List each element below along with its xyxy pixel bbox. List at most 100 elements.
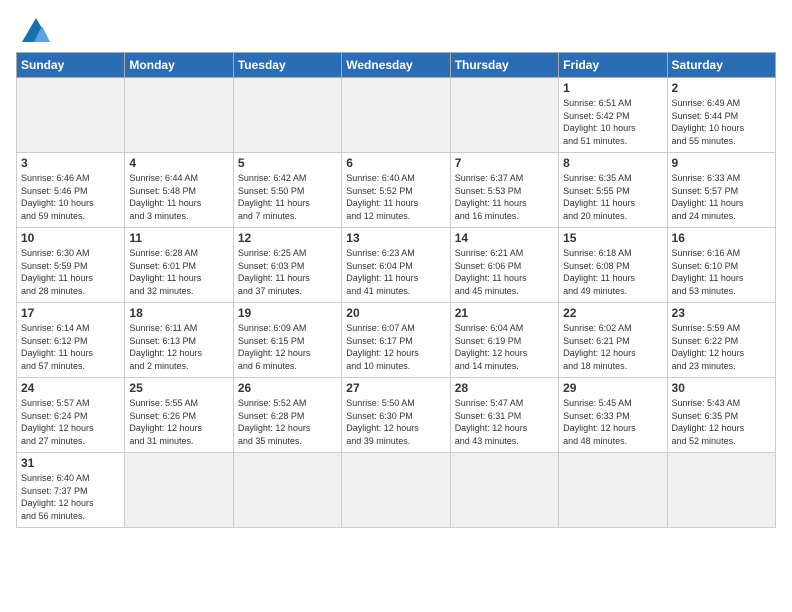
- day-info: Sunrise: 5:52 AM Sunset: 6:28 PM Dayligh…: [238, 397, 337, 447]
- calendar-cell: 12 Sunrise: 6:25 AM Sunset: 6:03 PM Dayli…: [233, 228, 341, 303]
- day-number: 3: [21, 156, 120, 170]
- day-number: 25: [129, 381, 228, 395]
- calendar-cell: 13Sunrise: 6:23 AM Sunset: 6:04 PM Dayli…: [342, 228, 450, 303]
- calendar-cell: 11 Sunrise: 6:28 AM Sunset: 6:01 PM Dayli…: [125, 228, 233, 303]
- calendar-cell: 31 Sunrise: 6:40 AM Sunset: 7:37 PM Dayli…: [17, 453, 125, 528]
- calendar-cell: 16Sunrise: 6:16 AM Sunset: 6:10 PM Dayli…: [667, 228, 775, 303]
- day-number: 12: [238, 231, 337, 245]
- day-number: 10: [21, 231, 120, 245]
- calendar-cell: 19 Sunrise: 6:09 AM Sunset: 6:15 PM Dayli…: [233, 303, 341, 378]
- calendar-cell: 20 Sunrise: 6:07 AM Sunset: 6:17 PM Dayli…: [342, 303, 450, 378]
- day-number: 1: [563, 81, 662, 95]
- day-number: 21: [455, 306, 554, 320]
- calendar-cell: [233, 453, 341, 528]
- day-info: Sunrise: 6:35 AM Sunset: 5:55 PM Dayligh…: [563, 172, 662, 222]
- calendar-cell: 29Sunrise: 5:45 AM Sunset: 6:33 PM Dayli…: [559, 378, 667, 453]
- day-number: 27: [346, 381, 445, 395]
- day-number: 18: [129, 306, 228, 320]
- day-info: Sunrise: 6:02 AM Sunset: 6:21 PM Dayligh…: [563, 322, 662, 372]
- day-number: 31: [21, 456, 120, 470]
- day-info: Sunrise: 5:59 AM Sunset: 6:22 PM Dayligh…: [672, 322, 771, 372]
- logo: [16, 16, 52, 44]
- logo-icon: [20, 16, 52, 44]
- calendar-cell: [17, 78, 125, 153]
- day-info: Sunrise: 6:14 AM Sunset: 6:12 PM Dayligh…: [21, 322, 120, 372]
- day-number: 9: [672, 156, 771, 170]
- day-info: Sunrise: 6:40 AM Sunset: 5:52 PM Dayligh…: [346, 172, 445, 222]
- day-info: Sunrise: 5:47 AM Sunset: 6:31 PM Dayligh…: [455, 397, 554, 447]
- calendar-cell: [233, 78, 341, 153]
- day-info: Sunrise: 6:25 AM Sunset: 6:03 PM Dayligh…: [238, 247, 337, 297]
- day-number: 4: [129, 156, 228, 170]
- calendar-cell: 14 Sunrise: 6:21 AM Sunset: 6:06 PM Dayli…: [450, 228, 558, 303]
- day-info: Sunrise: 5:57 AM Sunset: 6:24 PM Dayligh…: [21, 397, 120, 447]
- calendar-cell: 10Sunrise: 6:30 AM Sunset: 5:59 PM Dayli…: [17, 228, 125, 303]
- calendar-cell: [667, 453, 775, 528]
- day-number: 8: [563, 156, 662, 170]
- day-info: Sunrise: 6:16 AM Sunset: 6:10 PM Dayligh…: [672, 247, 771, 297]
- calendar-cell: [125, 78, 233, 153]
- day-number: 20: [346, 306, 445, 320]
- weekday-header-saturday: Saturday: [667, 53, 775, 78]
- calendar-cell: 23 Sunrise: 5:59 AM Sunset: 6:22 PM Dayli…: [667, 303, 775, 378]
- day-info: Sunrise: 5:50 AM Sunset: 6:30 PM Dayligh…: [346, 397, 445, 447]
- calendar-cell: 9 Sunrise: 6:33 AM Sunset: 5:57 PM Daylig…: [667, 153, 775, 228]
- day-info: Sunrise: 6:42 AM Sunset: 5:50 PM Dayligh…: [238, 172, 337, 222]
- day-number: 11: [129, 231, 228, 245]
- day-info: Sunrise: 6:04 AM Sunset: 6:19 PM Dayligh…: [455, 322, 554, 372]
- calendar-cell: 3 Sunrise: 6:46 AM Sunset: 5:46 PM Daylig…: [17, 153, 125, 228]
- day-info: Sunrise: 6:21 AM Sunset: 6:06 PM Dayligh…: [455, 247, 554, 297]
- calendar-cell: 28 Sunrise: 5:47 AM Sunset: 6:31 PM Dayli…: [450, 378, 558, 453]
- calendar-cell: 8 Sunrise: 6:35 AM Sunset: 5:55 PM Daylig…: [559, 153, 667, 228]
- day-number: 6: [346, 156, 445, 170]
- day-info: Sunrise: 6:46 AM Sunset: 5:46 PM Dayligh…: [21, 172, 120, 222]
- day-number: 14: [455, 231, 554, 245]
- day-number: 28: [455, 381, 554, 395]
- day-number: 24: [21, 381, 120, 395]
- day-info: Sunrise: 6:07 AM Sunset: 6:17 PM Dayligh…: [346, 322, 445, 372]
- calendar-cell: 18Sunrise: 6:11 AM Sunset: 6:13 PM Dayli…: [125, 303, 233, 378]
- day-info: Sunrise: 6:49 AM Sunset: 5:44 PM Dayligh…: [672, 97, 771, 147]
- day-info: Sunrise: 6:44 AM Sunset: 5:48 PM Dayligh…: [129, 172, 228, 222]
- day-info: Sunrise: 6:09 AM Sunset: 6:15 PM Dayligh…: [238, 322, 337, 372]
- header: [16, 16, 776, 44]
- weekday-header-sunday: Sunday: [17, 53, 125, 78]
- calendar-cell: [450, 453, 558, 528]
- calendar-cell: [342, 78, 450, 153]
- day-info: Sunrise: 6:28 AM Sunset: 6:01 PM Dayligh…: [129, 247, 228, 297]
- day-info: Sunrise: 6:40 AM Sunset: 7:37 PM Dayligh…: [21, 472, 120, 522]
- day-info: Sunrise: 6:23 AM Sunset: 6:04 PM Dayligh…: [346, 247, 445, 297]
- weekday-header-monday: Monday: [125, 53, 233, 78]
- calendar-cell: 30 Sunrise: 5:43 AM Sunset: 6:35 PM Dayli…: [667, 378, 775, 453]
- weekday-header-friday: Friday: [559, 53, 667, 78]
- day-number: 30: [672, 381, 771, 395]
- day-number: 2: [672, 81, 771, 95]
- weekday-header-thursday: Thursday: [450, 53, 558, 78]
- calendar-cell: 1 Sunrise: 6:51 AM Sunset: 5:42 PM Daylig…: [559, 78, 667, 153]
- calendar-cell: 5 Sunrise: 6:42 AM Sunset: 5:50 PM Daylig…: [233, 153, 341, 228]
- calendar-cell: [342, 453, 450, 528]
- calendar-cell: [125, 453, 233, 528]
- day-info: Sunrise: 6:33 AM Sunset: 5:57 PM Dayligh…: [672, 172, 771, 222]
- day-number: 7: [455, 156, 554, 170]
- day-number: 23: [672, 306, 771, 320]
- day-number: 5: [238, 156, 337, 170]
- day-number: 17: [21, 306, 120, 320]
- calendar-cell: [450, 78, 558, 153]
- calendar-cell: 22 Sunrise: 6:02 AM Sunset: 6:21 PM Dayli…: [559, 303, 667, 378]
- day-info: Sunrise: 5:45 AM Sunset: 6:33 PM Dayligh…: [563, 397, 662, 447]
- calendar-cell: 21 Sunrise: 6:04 AM Sunset: 6:19 PM Dayli…: [450, 303, 558, 378]
- calendar-cell: 4 Sunrise: 6:44 AM Sunset: 5:48 PM Daylig…: [125, 153, 233, 228]
- calendar-cell: 7Sunrise: 6:37 AM Sunset: 5:53 PM Daylig…: [450, 153, 558, 228]
- weekday-header-wednesday: Wednesday: [342, 53, 450, 78]
- weekday-header-tuesday: Tuesday: [233, 53, 341, 78]
- calendar-cell: 2 Sunrise: 6:49 AM Sunset: 5:44 PM Daylig…: [667, 78, 775, 153]
- calendar-cell: 27 Sunrise: 5:50 AM Sunset: 6:30 PM Dayli…: [342, 378, 450, 453]
- day-number: 19: [238, 306, 337, 320]
- day-number: 26: [238, 381, 337, 395]
- day-info: Sunrise: 6:51 AM Sunset: 5:42 PM Dayligh…: [563, 97, 662, 147]
- day-info: Sunrise: 5:43 AM Sunset: 6:35 PM Dayligh…: [672, 397, 771, 447]
- day-number: 22: [563, 306, 662, 320]
- calendar-cell: [559, 453, 667, 528]
- day-info: Sunrise: 6:18 AM Sunset: 6:08 PM Dayligh…: [563, 247, 662, 297]
